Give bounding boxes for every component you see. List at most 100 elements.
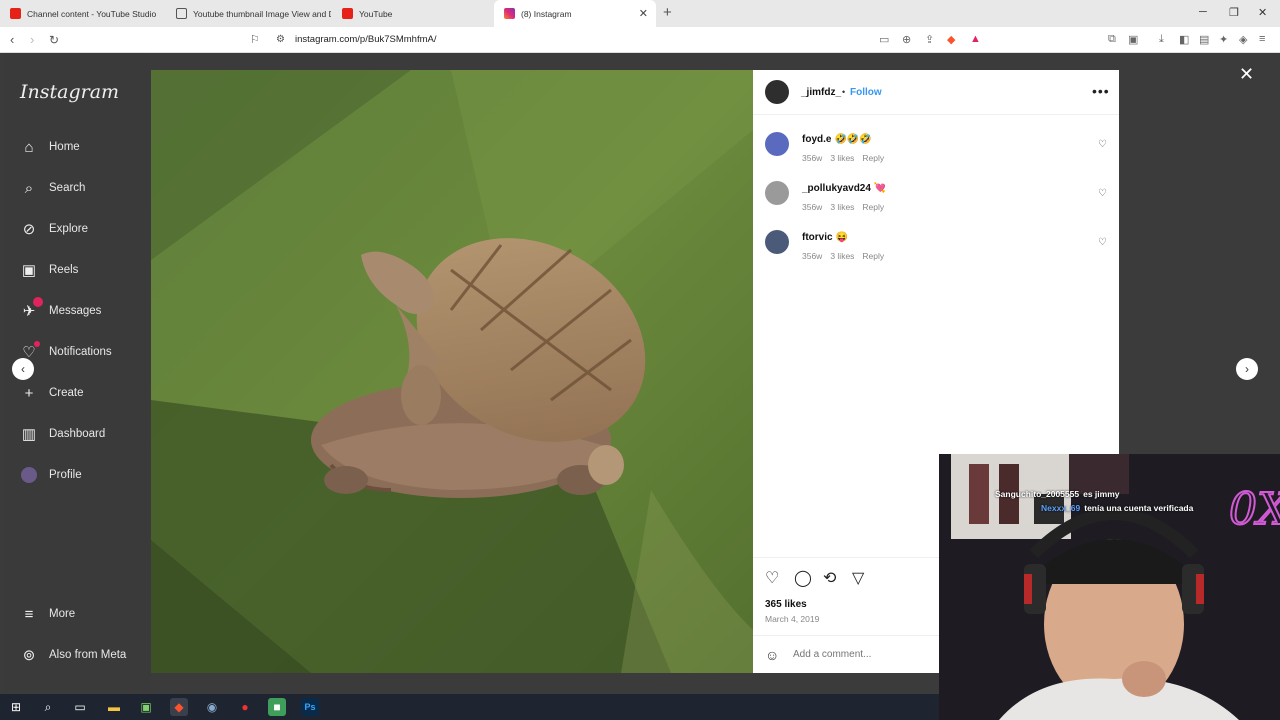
- zoom-icon[interactable]: ⊕: [902, 33, 911, 46]
- commenter-avatar[interactable]: [765, 132, 789, 156]
- plus-icon: +: [24, 384, 34, 402]
- comment-body: 💘: [873, 183, 887, 194]
- comment-likes[interactable]: 3 likes: [830, 153, 854, 163]
- comment-likes[interactable]: 3 likes: [830, 251, 854, 261]
- comment-age: 356w: [802, 153, 823, 163]
- comment-username[interactable]: foyd.e: [802, 134, 831, 145]
- more-options-icon[interactable]: •••: [1092, 83, 1110, 99]
- obs-icon[interactable]: ●: [236, 698, 254, 716]
- share-icon[interactable]: ⇪: [925, 33, 934, 46]
- instagram-logo[interactable]: Instagram: [20, 81, 119, 103]
- sidebar-item-notifications[interactable]: ♡ Notifications: [20, 341, 112, 361]
- previous-post-button[interactable]: ‹: [12, 358, 34, 380]
- new-tab-button[interactable]: +: [663, 4, 672, 21]
- comment-likes[interactable]: 3 likes: [830, 202, 854, 212]
- sidebar-item-create[interactable]: + Create: [20, 384, 84, 402]
- site-settings-icon[interactable]: ⚙: [276, 34, 285, 45]
- tab-youtube-studio[interactable]: Channel content - YouTube Studio: [0, 0, 165, 27]
- back-icon[interactable]: ‹: [10, 32, 14, 47]
- close-window-button[interactable]: ✕: [1258, 6, 1267, 19]
- sidebar-item-reels[interactable]: ▣ Reels: [20, 261, 79, 279]
- download-icon[interactable]: ⤓: [1159, 33, 1164, 46]
- leo-ai-icon[interactable]: ✦: [1219, 33, 1228, 46]
- sidebar-item-profile[interactable]: Profile: [20, 466, 82, 484]
- brave-rewards-icon[interactable]: ▲: [970, 33, 981, 45]
- sidebar-item-label: Search: [49, 182, 86, 194]
- sidebar-item-more[interactable]: ≡ More: [20, 605, 76, 623]
- reply-button[interactable]: Reply: [862, 251, 884, 261]
- comment-body: 😝: [835, 232, 849, 243]
- like-comment-icon[interactable]: ♡: [1098, 139, 1107, 150]
- repost-icon[interactable]: ⟲: [823, 568, 836, 588]
- tab-thumbnail-viewer[interactable]: Youtube thumbnail Image View and D: [166, 0, 331, 27]
- like-comment-icon[interactable]: ♡: [1098, 237, 1107, 248]
- file-explorer-icon[interactable]: ▬: [105, 698, 123, 716]
- wallet-button-icon[interactable]: ▤: [1199, 33, 1209, 46]
- task-view-icon[interactable]: ▭: [71, 698, 89, 716]
- store-icon[interactable]: ▣: [137, 698, 155, 716]
- close-modal-icon[interactable]: ✕: [1239, 64, 1254, 85]
- sidebar-item-search[interactable]: ⌕ Search: [20, 179, 86, 197]
- commenter-avatar[interactable]: [765, 181, 789, 205]
- comment-icon[interactable]: ◯: [794, 568, 812, 588]
- menu-icon: ≡: [24, 605, 34, 623]
- forward-icon[interactable]: ›: [30, 32, 34, 47]
- comment-username[interactable]: ftorvic: [802, 232, 833, 243]
- svg-text:0X: 0X: [1229, 484, 1280, 535]
- tortoise-photo: [151, 70, 753, 673]
- photoshop-icon[interactable]: Ps: [301, 698, 319, 716]
- brave-shield-icon[interactable]: ◆: [947, 33, 955, 46]
- app-icon[interactable]: ◉: [203, 698, 221, 716]
- reload-icon[interactable]: ↻: [49, 33, 59, 47]
- comment-username[interactable]: _pollukyavd24: [802, 183, 871, 194]
- url-field[interactable]: instagram.com/p/Buk7SMmhfmA/: [295, 34, 437, 45]
- comment-text: foyd.e 🤣🤣🤣: [802, 134, 872, 145]
- reply-button[interactable]: Reply: [862, 153, 884, 163]
- home-icon: ⌂: [24, 138, 34, 156]
- vpn-icon[interactable]: ◈: [1239, 33, 1247, 46]
- sidebar-item-dashboard[interactable]: ▥ Dashboard: [20, 425, 105, 443]
- sidebar-item-meta[interactable]: ⊚ Also from Meta: [20, 646, 127, 664]
- follow-button[interactable]: Follow: [850, 87, 882, 98]
- commenter-avatar[interactable]: [765, 230, 789, 254]
- reply-button[interactable]: Reply: [862, 202, 884, 212]
- tab-youtube[interactable]: YouTube: [332, 0, 494, 27]
- windows-start-icon[interactable]: ⊞: [7, 698, 25, 716]
- post-image[interactable]: [151, 70, 753, 673]
- post-header: _jimfdz_ • Follow •••: [753, 70, 1119, 115]
- extensions-icon[interactable]: ⧉: [1108, 33, 1116, 46]
- minimize-button[interactable]: ─: [1199, 6, 1207, 18]
- sidebar-item-label: Create: [49, 387, 84, 399]
- author-avatar[interactable]: [765, 80, 789, 104]
- sidebar-item-home[interactable]: ⌂ Home: [20, 138, 80, 156]
- wallet-icon[interactable]: ▣: [1128, 33, 1138, 46]
- brave-browser-icon[interactable]: ◆: [170, 698, 188, 716]
- webcam-overlay: 0X Sanguchito_2005555es jimmy Nexxx_69te…: [939, 454, 1280, 720]
- bookmark-icon[interactable]: ⚐: [250, 33, 260, 46]
- comment-item: ftorvic 😝 356w 3 likes Reply ♡: [753, 224, 1119, 270]
- chat-app-icon[interactable]: ■: [268, 698, 286, 716]
- sidebar-toggle-icon[interactable]: ◧: [1179, 33, 1189, 46]
- cast-icon[interactable]: ▭: [879, 33, 889, 46]
- tab-instagram[interactable]: (8) Instagram ✕: [494, 0, 656, 27]
- menu-icon[interactable]: ≡: [1259, 33, 1265, 45]
- close-tab-icon[interactable]: ✕: [639, 7, 648, 20]
- search-icon[interactable]: ⌕: [39, 698, 57, 716]
- next-post-button[interactable]: ›: [1236, 358, 1258, 380]
- tab-title: (8) Instagram: [521, 8, 572, 19]
- author-username[interactable]: _jimfdz_: [801, 87, 841, 98]
- messenger-icon: ✈: [20, 297, 43, 320]
- comment-age: 356w: [802, 202, 823, 212]
- chat-text: es jimmy: [1083, 489, 1120, 499]
- like-comment-icon[interactable]: ♡: [1098, 188, 1107, 199]
- sidebar-item-explore[interactable]: ⊘ Explore: [20, 220, 88, 238]
- likes-count[interactable]: 365 likes: [765, 599, 807, 610]
- chat-username: Nexxx_69: [1041, 503, 1081, 513]
- sidebar-item-label: Home: [49, 141, 80, 153]
- share-icon[interactable]: ▽: [852, 568, 864, 588]
- restore-button[interactable]: ❐: [1229, 6, 1239, 19]
- like-icon[interactable]: ♡: [765, 568, 779, 588]
- sidebar-item-messages[interactable]: ✈ Messages: [20, 297, 101, 320]
- chevron-right-icon: ›: [1245, 362, 1249, 376]
- emoji-icon[interactable]: ☺: [765, 647, 779, 663]
